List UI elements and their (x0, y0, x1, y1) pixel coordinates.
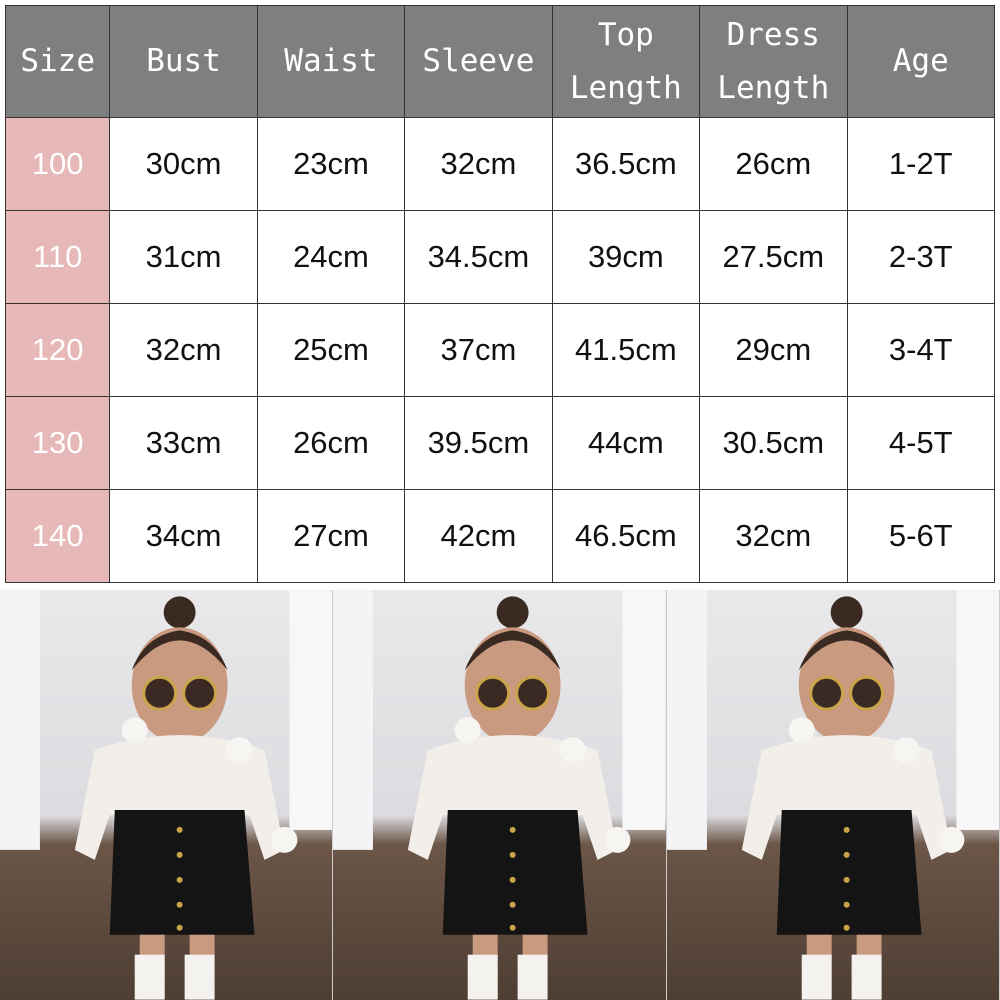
measurement-cell: 32cm (699, 489, 848, 583)
table-row: 110 31cm 24cm 34.5cm 39cm 27.5cm 2-3T (4, 210, 995, 304)
measurement-cell: 39.5cm (404, 396, 553, 490)
measurement-cell: 36.5cm (551, 117, 701, 211)
measurement-cell: 27cm (256, 489, 406, 583)
measurement-cell: 2-3T (846, 210, 995, 304)
measurement-cell: 1-2T (846, 117, 995, 211)
measurement-cell: 37cm (404, 303, 553, 397)
measurement-cell: 23cm (256, 117, 406, 211)
column-header: Sleeve (404, 5, 553, 118)
column-header: Dress Length (699, 5, 848, 118)
measurement-cell: 34.5cm (404, 210, 553, 304)
measurement-cell: 27.5cm (699, 210, 848, 304)
toddler-outfit-photo (333, 590, 667, 1000)
column-header: Size (4, 5, 111, 118)
column-header: Waist (256, 5, 406, 118)
size-cell: 100 (4, 117, 111, 211)
column-header: Bust (109, 5, 258, 118)
measurement-cell: 30cm (109, 117, 258, 211)
measurement-cell: 24cm (256, 210, 406, 304)
column-header: Top Length (551, 5, 701, 118)
measurement-cell: 31cm (109, 210, 258, 304)
measurement-cell: 26cm (699, 117, 848, 211)
measurement-cell: 3-4T (846, 303, 995, 397)
table-row: 100 30cm 23cm 32cm 36.5cm 26cm 1-2T (4, 117, 995, 211)
size-cell: 110 (4, 210, 111, 304)
measurement-cell: 33cm (109, 396, 258, 490)
size-cell: 130 (4, 396, 111, 490)
measurement-cell: 30.5cm (699, 396, 848, 490)
measurement-cell: 32cm (109, 303, 258, 397)
measurement-cell: 5-6T (846, 489, 995, 583)
measurement-cell: 34cm (109, 489, 258, 583)
size-cell: 120 (4, 303, 111, 397)
measurement-cell: 42cm (404, 489, 553, 583)
toddler-outfit-photo (0, 590, 334, 1000)
measurement-cell: 32cm (404, 117, 553, 211)
measurement-cell: 29cm (699, 303, 848, 397)
header-row: Size Bust Waist Sleeve Top Length Dress Lengt… (4, 5, 995, 118)
measurement-cell: 44cm (551, 396, 701, 490)
table-row: 130 33cm 26cm 39.5cm 44cm 30.5cm 4-5T (4, 396, 995, 490)
table-row: 120 32cm 25cm 37cm 41.5cm 29cm 3-4T (4, 303, 995, 397)
measurement-cell: 46.5cm (551, 489, 701, 583)
toddler-outfit-photo (666, 590, 1000, 1000)
measurement-cell: 26cm (256, 396, 406, 490)
size-cell: 140 (4, 489, 111, 583)
measurement-cell: 4-5T (846, 396, 995, 490)
product-photos (0, 590, 1000, 1000)
table-row: 140 34cm 27cm 42cm 46.5cm 32cm 5-6T (4, 489, 995, 583)
measurement-cell: 39cm (551, 210, 701, 304)
size-chart-table: Size Bust Waist Sleeve Top Length Dress Lengt… (4, 5, 995, 583)
measurement-cell: 25cm (256, 303, 406, 397)
measurement-cell: 41.5cm (551, 303, 701, 397)
column-header: Age (846, 5, 995, 118)
